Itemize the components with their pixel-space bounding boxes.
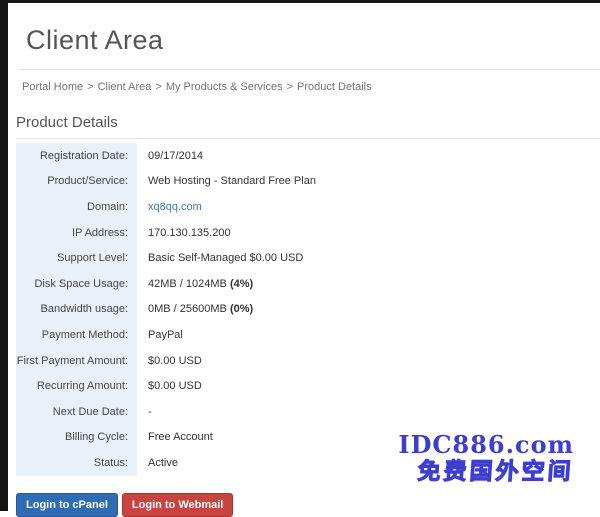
detail-row-disk-space: Disk Space Usage: 42MB / 1024MB (4%) [16,271,600,297]
payment-method-value: PayPal [148,329,183,341]
registration-date-value: 09/17/2014 [148,150,203,162]
billing-cycle-value: Free Account [148,431,213,443]
breadcrumb-separator: > [155,81,161,93]
domain-link[interactable]: xq8qq.com [148,201,202,213]
recurring-amount-value: $0.00 USD [148,380,202,392]
detail-label: IP Address: [16,220,137,246]
detail-label: Support Level: [16,245,137,271]
detail-label: Bandwidth usage: [16,297,137,323]
disk-space-value: 42MB / 1024MB [148,278,230,290]
login-cpanel-button[interactable]: Login to cPanel [16,493,118,517]
detail-row-product-service: Product/Service: Web Hosting - Standard … [16,169,600,195]
detail-row-recurring-amount: Recurring Amount: $0.00 USD [16,373,600,399]
detail-label: Product/Service: [16,169,137,195]
status-value: Active [148,457,178,469]
frame-left-strip [0,0,8,511]
detail-row-next-due-date: Next Due Date: - [16,399,600,425]
breadcrumb-client-area[interactable]: Client Area [98,81,152,93]
detail-label: Billing Cycle: [16,425,137,451]
title-divider [20,69,600,70]
detail-value: $0.00 USD [137,355,202,367]
detail-value: Web Hosting - Standard Free Plan [137,175,316,187]
detail-value: Active [137,457,178,469]
detail-value: 170.130.135.200 [137,227,231,239]
section-title: Product Details [16,114,600,139]
support-level-value: Basic Self-Managed $0.00 USD [148,252,303,264]
detail-value: PayPal [137,329,183,341]
breadcrumb: Portal Home>Client Area>My Products & Se… [22,81,600,93]
next-due-date-value: - [148,406,152,418]
detail-label: Domain: [16,194,137,220]
detail-label: Next Due Date: [16,399,137,425]
main-content: Client Area Portal Home>Client Area>My P… [8,3,600,517]
detail-value: Basic Self-Managed $0.00 USD [137,252,303,264]
detail-row-first-payment: First Payment Amount: $0.00 USD [16,348,600,374]
action-buttons: Login to cPanel Login to Webmail [16,493,600,517]
detail-value: 0MB / 25600MB (0%) [137,303,253,315]
page-title: Client Area [26,25,600,56]
first-payment-value: $0.00 USD [148,355,202,367]
detail-row-status: Status: Active [16,450,600,476]
breadcrumb-my-products[interactable]: My Products & Services [166,81,283,93]
detail-value: Free Account [137,431,213,443]
bandwidth-percent: (0%) [230,303,253,315]
bandwidth-value: 0MB / 25600MB [148,303,230,315]
detail-value: - [137,406,152,418]
breadcrumb-portal-home[interactable]: Portal Home [22,81,83,93]
detail-value: 09/17/2014 [137,150,203,162]
detail-label: Status: [16,450,137,476]
detail-label: First Payment Amount: [16,348,137,374]
detail-row-payment-method: Payment Method: PayPal [16,322,600,348]
detail-value: 42MB / 1024MB (4%) [137,278,253,290]
login-webmail-button[interactable]: Login to Webmail [122,493,233,517]
detail-value: xq8qq.com [137,201,202,213]
detail-row-billing-cycle: Billing Cycle: Free Account [16,425,600,451]
detail-label: Registration Date: [16,143,137,169]
detail-row-registration-date: Registration Date: 09/17/2014 [16,143,600,169]
detail-label: Recurring Amount: [16,373,137,399]
breadcrumb-separator: > [287,81,293,93]
ip-address-value: 170.130.135.200 [148,227,231,239]
detail-row-bandwidth: Bandwidth usage: 0MB / 25600MB (0%) [16,297,600,323]
breadcrumb-separator: > [87,81,93,93]
detail-row-ip-address: IP Address: 170.130.135.200 [16,220,600,246]
disk-space-percent: (4%) [230,278,253,290]
detail-label: Disk Space Usage: [16,271,137,297]
breadcrumb-product-details[interactable]: Product Details [297,81,372,93]
detail-label: Payment Method: [16,322,137,348]
detail-value: $0.00 USD [137,380,202,392]
detail-row-domain: Domain: xq8qq.com [16,194,600,220]
product-service-value: Web Hosting - Standard Free Plan [148,175,316,187]
product-details-table: Registration Date: 09/17/2014 Product/Se… [16,143,600,476]
detail-row-support-level: Support Level: Basic Self-Managed $0.00 … [16,245,600,271]
